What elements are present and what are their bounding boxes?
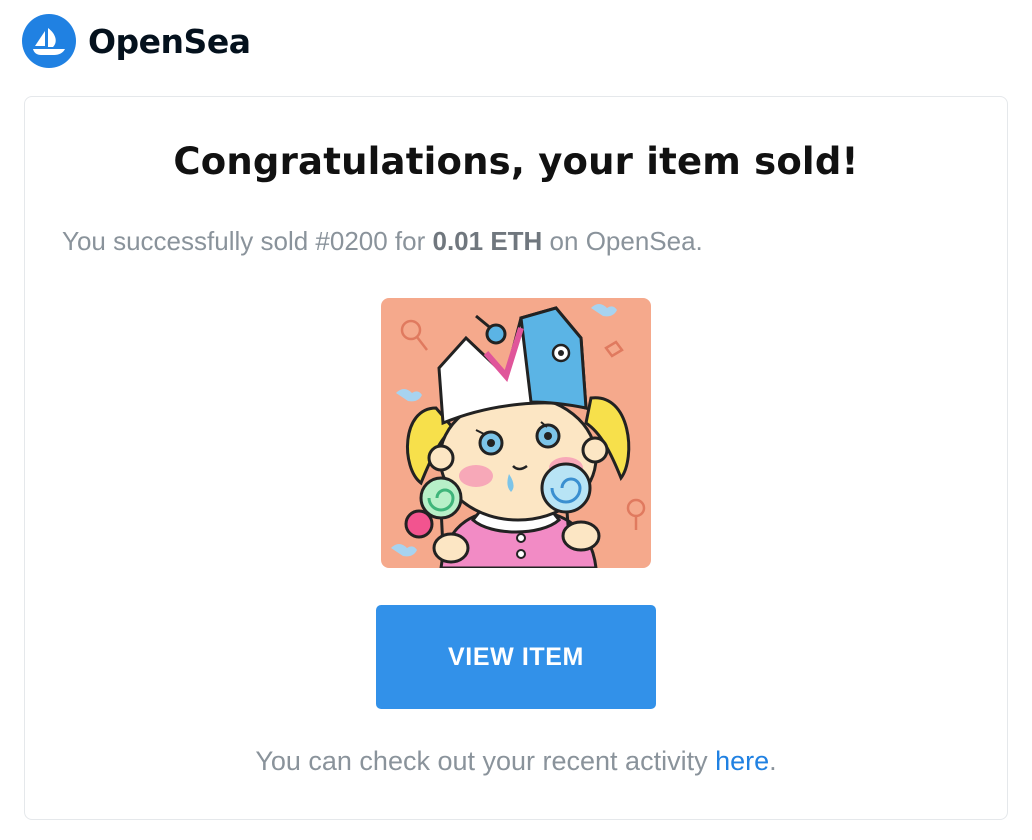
view-item-button[interactable]: VIEW ITEM [376,605,656,709]
nft-artwork-icon [381,298,651,568]
sale-summary-suffix: on OpenSea. [542,226,703,256]
page-title: Congratulations, your item sold! [173,140,859,183]
sale-summary-prefix: You successfully sold #0200 for [62,226,433,256]
recent-activity-text: You can check out your recent activity h… [0,746,1032,777]
sale-summary: You successfully sold #0200 for 0.01 ETH… [62,226,703,257]
recent-activity-prefix: You can check out your recent activity [255,746,716,776]
opensea-logo-icon[interactable] [22,14,76,68]
sale-price: 0.01 ETH [432,226,543,256]
recent-activity-link[interactable]: here [715,746,769,776]
recent-activity-suffix: . [769,746,777,776]
header: OpenSea [22,14,251,68]
brand-name[interactable]: OpenSea [88,22,251,61]
nft-image[interactable] [381,298,651,568]
